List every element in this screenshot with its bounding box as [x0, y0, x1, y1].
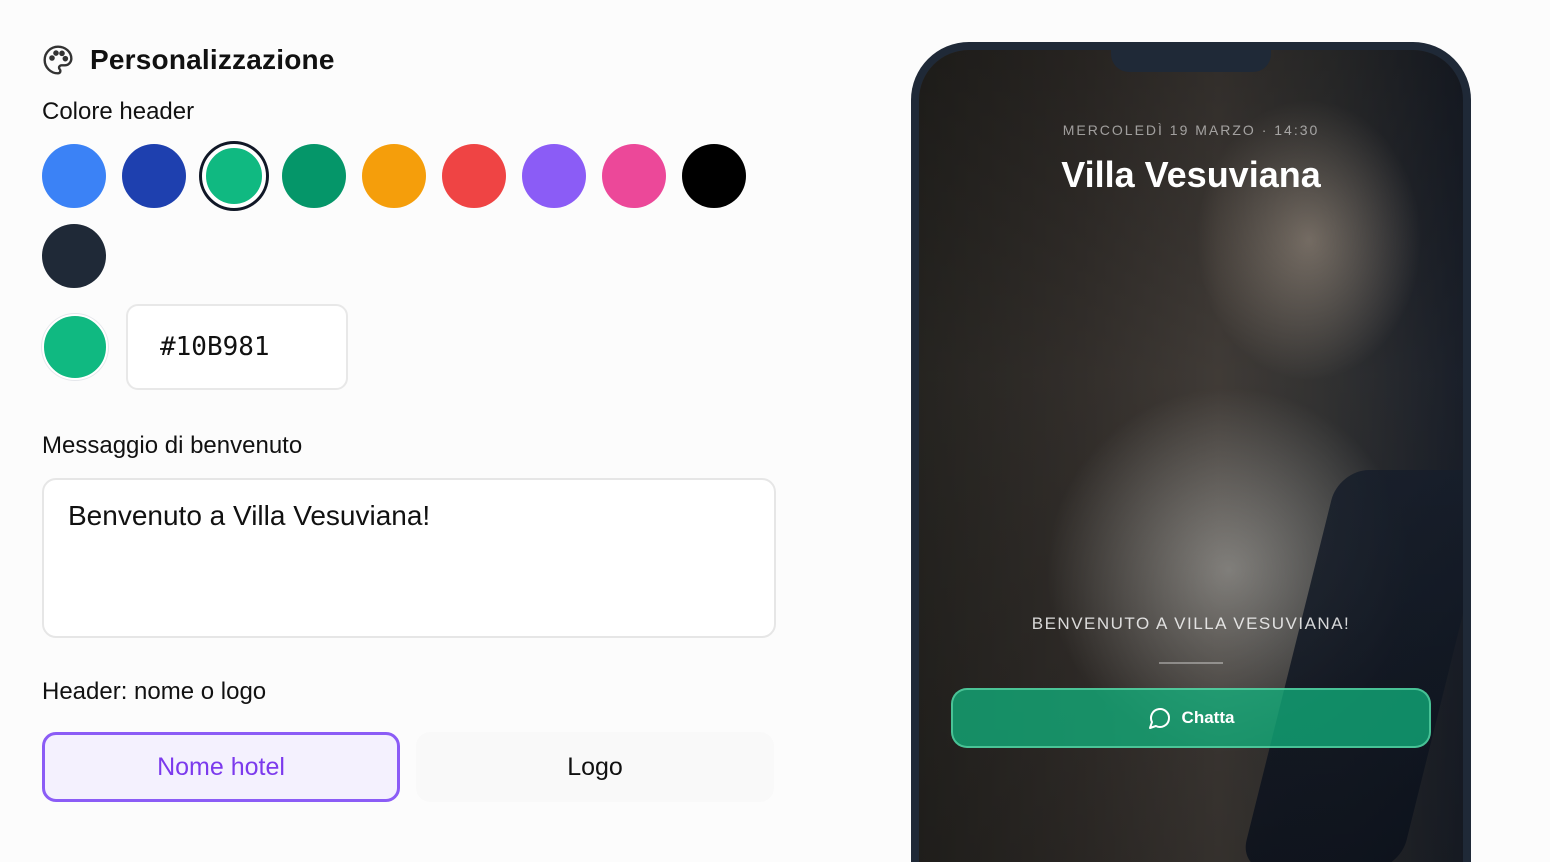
custom-color-row: #10B981 — [42, 304, 348, 390]
swatch-red[interactable] — [442, 144, 506, 208]
swatch-blue[interactable] — [42, 144, 106, 208]
chat-button-label: Chatta — [1181, 708, 1235, 727]
toggle-hotel-name[interactable]: Nome hotel — [42, 732, 400, 802]
toggle-logo[interactable]: Logo — [416, 732, 774, 802]
color-swatches — [42, 144, 762, 288]
welcome-message-textarea[interactable]: Benvenuto a Villa Vesuviana! — [42, 478, 776, 638]
phone-notch — [1111, 50, 1271, 72]
preview-hotel-name: Villa Vesuviana — [1061, 154, 1321, 195]
palette-icon — [43, 45, 73, 75]
section-header: Personalizzazione — [42, 44, 335, 76]
swatch-amber[interactable] — [362, 144, 426, 208]
swatch-slate[interactable] — [42, 224, 106, 288]
preview-date: MERCOLEDÌ 19 MARZO · 14:30 — [1062, 122, 1320, 138]
swatch-green[interactable] — [282, 144, 346, 208]
swatch-pink[interactable] — [602, 144, 666, 208]
swatch-black[interactable] — [682, 144, 746, 208]
header-mode-toggle: Nome hotel Logo — [42, 732, 774, 802]
swatch-emerald[interactable] — [202, 144, 266, 208]
phone-preview: MERCOLEDÌ 19 MARZO · 14:30 Villa Vesuvia… — [911, 42, 1471, 862]
hex-color-input[interactable]: #10B981 — [126, 304, 348, 390]
welcome-message-label: Messaggio di benvenuto — [42, 432, 303, 459]
preview-welcome-text: BENVENUTO A VILLA VESUVIANA! — [1031, 614, 1351, 633]
section-title: Personalizzazione — [90, 44, 335, 75]
chat-bubble-icon — [1148, 708, 1170, 729]
chat-button[interactable]: Chatta — [951, 688, 1431, 748]
header-color-label: Colore header — [42, 98, 195, 125]
header-mode-label: Header: nome o logo — [42, 678, 267, 705]
swatch-violet[interactable] — [522, 144, 586, 208]
color-preview-dot[interactable] — [42, 314, 108, 380]
swatch-dark-blue[interactable] — [122, 144, 186, 208]
preview-divider — [1159, 662, 1223, 664]
